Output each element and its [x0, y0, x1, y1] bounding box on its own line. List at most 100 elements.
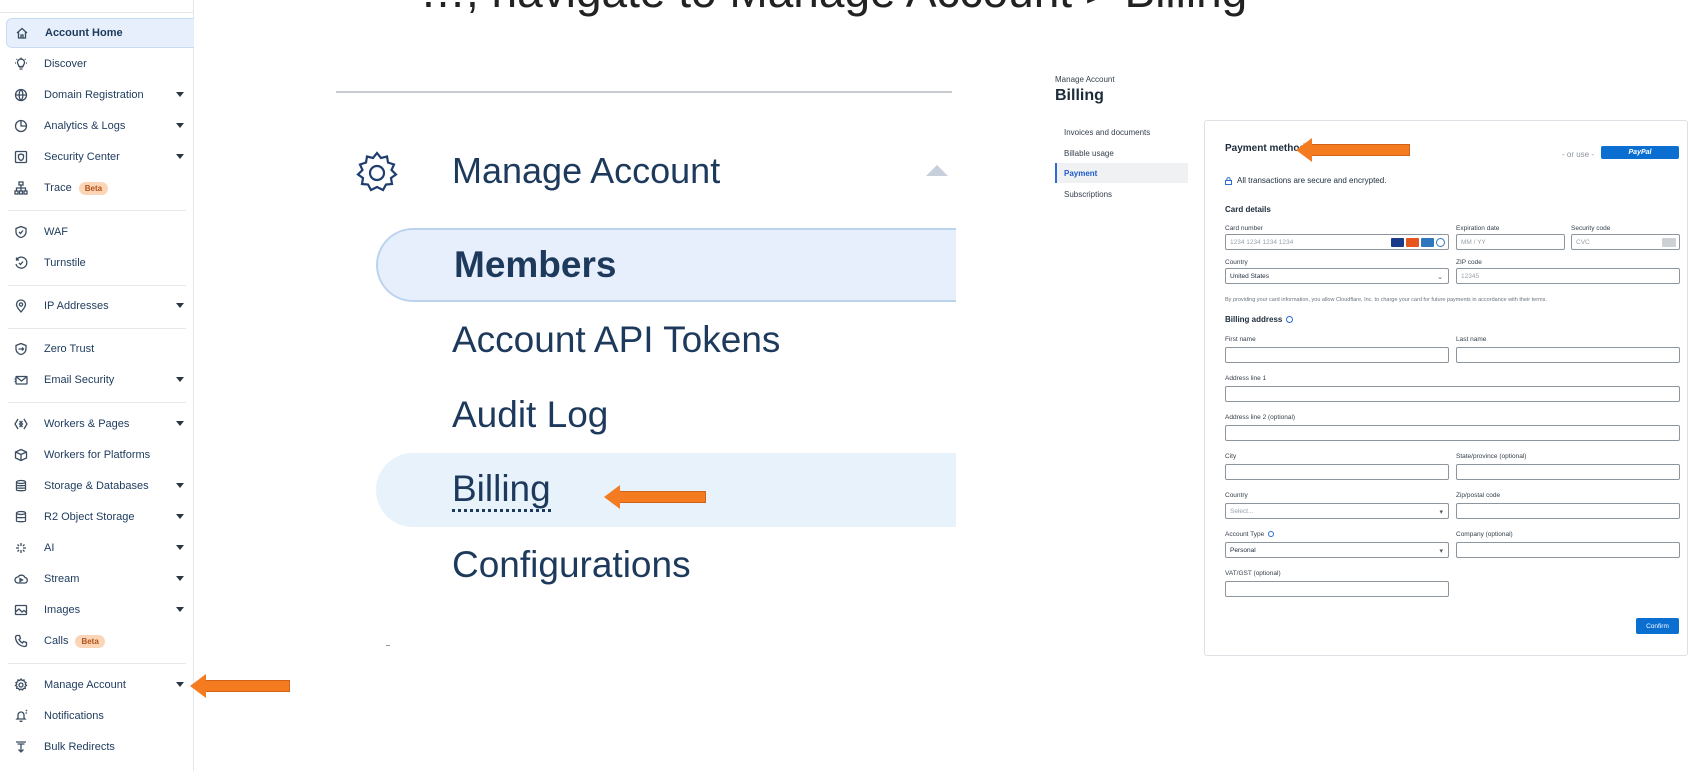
security-code-label: Security code [1571, 225, 1611, 232]
security-code-input[interactable]: CVC [1571, 234, 1680, 250]
mastercard-icon [1406, 238, 1419, 247]
sidebar-item-discover[interactable]: Discover [6, 49, 194, 79]
sidebar-item-label: Stream [44, 573, 80, 585]
card-details-title: Card details [1225, 205, 1271, 214]
paypal-button[interactable]: PayPal [1601, 146, 1679, 159]
sidebar-item-workers-for-platforms[interactable]: Workers for Platforms [6, 440, 194, 470]
chevron-down-icon[interactable] [176, 154, 184, 159]
sidebar-item-ai[interactable]: AI [6, 533, 194, 563]
company-input[interactable] [1456, 542, 1680, 558]
email-icon [14, 373, 28, 387]
sidebar-item-account-home[interactable]: Account Home [6, 18, 194, 48]
chevron-down-icon[interactable] [176, 576, 184, 581]
chevron-down-icon[interactable] [176, 377, 184, 382]
sidebar-item-notifications[interactable]: Notifications [6, 701, 194, 731]
sidebar-item-label: IP Addresses [44, 300, 109, 312]
sidebar-item-turnstile[interactable]: Turnstile [6, 248, 194, 278]
postal-label: Zip/postal code [1456, 492, 1501, 499]
home-icon [15, 26, 29, 40]
zip-input[interactable]: 12345 [1456, 268, 1680, 284]
chevron-down-icon[interactable] [176, 303, 184, 308]
billing-nav-payment[interactable]: Payment [1055, 163, 1188, 183]
pie-chart-icon [14, 119, 28, 133]
annotation-arrow [1296, 138, 1410, 162]
sidebar-item-images[interactable]: Images [6, 595, 194, 625]
zoom-item-label: Account API Tokens [452, 319, 781, 360]
zoom-item-members[interactable]: Members [376, 228, 956, 302]
sidebar-item-ip-addresses[interactable]: IP Addresses [6, 291, 194, 321]
zoom-item-audit-log[interactable]: Audit Log [376, 378, 956, 452]
storage-icon [14, 510, 28, 524]
sidebar-item-r2-object-storage[interactable]: R2 Object Storage [6, 502, 194, 532]
sidebar-item-zero-trust[interactable]: Zero Trust [6, 334, 194, 364]
sidebar-item-email-security[interactable]: Email Security [6, 365, 194, 395]
chevron-down-icon[interactable] [176, 421, 184, 426]
billing-address-text: Billing address [1225, 315, 1283, 324]
address2-input[interactable] [1225, 425, 1680, 441]
sidebar-item-domain-registration[interactable]: Domain Registration [6, 80, 194, 110]
sidebar-item-calls[interactable]: Calls Beta [6, 626, 194, 656]
state-input[interactable] [1456, 464, 1680, 480]
sidebar-item-workers-pages[interactable]: Workers & Pages [6, 409, 194, 439]
chevron-down-icon[interactable] [176, 607, 184, 612]
postal-input[interactable] [1456, 503, 1680, 519]
expiration-input[interactable]: MM / YY [1456, 234, 1565, 250]
annotation-arrow [190, 674, 290, 698]
vat-input[interactable] [1225, 581, 1449, 597]
card-number-input[interactable]: 1234 1234 1234 1234 [1225, 234, 1449, 250]
breadcrumb[interactable]: Manage Account [1055, 75, 1115, 84]
billing-nav-billable-usage[interactable]: Billable usage [1055, 143, 1188, 163]
sidebar-item-security-center[interactable]: Security Center [6, 142, 194, 172]
zoom-item-account-api-tokens[interactable]: Account API Tokens [376, 303, 956, 377]
sidebar-item-manage-account[interactable]: Manage Account [6, 670, 194, 700]
info-icon[interactable] [1286, 316, 1294, 324]
sidebar-item-analytics-logs[interactable]: Analytics & Logs [6, 111, 194, 141]
sidebar-item-bulk-redirects[interactable]: Bulk Redirects [6, 732, 194, 762]
gear-icon [14, 678, 28, 692]
expiration-label: Expiration date [1456, 225, 1500, 232]
last-name-input[interactable] [1456, 347, 1680, 363]
country-select[interactable]: United States ⌄ [1225, 268, 1449, 284]
chevron-down-icon[interactable] [176, 514, 184, 519]
city-input[interactable] [1225, 464, 1449, 480]
sidebar-item-label: Domain Registration [44, 89, 144, 101]
first-name-input[interactable] [1225, 347, 1449, 363]
country2-select[interactable]: Select... ▾ [1225, 503, 1449, 519]
account-type-select[interactable]: Personal ▾ [1225, 542, 1449, 558]
billing-nav-subscriptions[interactable]: Subscriptions [1055, 184, 1188, 204]
sidebar-item-label: Storage & Databases [44, 480, 149, 492]
sidebar-item-label: Calls [44, 635, 69, 647]
sidebar-item-trace[interactable]: Trace Beta [6, 173, 194, 203]
zoom-item-configurations[interactable]: Configurations [376, 528, 956, 602]
secure-text: All transactions are secure and encrypte… [1237, 176, 1387, 185]
address1-input[interactable] [1225, 386, 1680, 402]
confirm-button[interactable]: Confirm [1636, 618, 1679, 634]
image-icon [14, 603, 28, 617]
chevron-down-icon[interactable] [176, 483, 184, 488]
chevron-down-icon[interactable] [176, 682, 184, 687]
card-brand-icons [1391, 238, 1445, 247]
cvc-card-icon [1662, 238, 1676, 247]
chevron-down-icon[interactable] [176, 92, 184, 97]
payment-method-title: Payment method [1225, 143, 1306, 154]
sidebar-item-label: Security Center [44, 151, 120, 163]
workers-icon [14, 417, 28, 431]
sidebar-item-stream[interactable]: Stream [6, 564, 194, 594]
zero-trust-icon [14, 342, 28, 356]
database-icon [14, 479, 28, 493]
chevron-down-icon: ⌄ [1437, 274, 1443, 281]
sidebar-item-label: Notifications [44, 710, 104, 722]
billing-nav-invoices[interactable]: Invoices and documents [1055, 122, 1188, 142]
chevron-down-icon[interactable] [176, 123, 184, 128]
sidebar: Account Home Discover Domain Registratio… [0, 0, 194, 771]
zoom-item-label: Members [454, 244, 617, 285]
info-icon[interactable] [1268, 531, 1275, 538]
chevron-down-icon[interactable] [176, 545, 184, 550]
sidebar-item-storage-databases[interactable]: Storage & Databases [6, 471, 194, 501]
chevron-up-icon[interactable] [926, 165, 948, 176]
sidebar-item-label: Turnstile [44, 257, 86, 269]
sidebar-item-label: WAF [44, 226, 69, 238]
sidebar-item-waf[interactable]: WAF [6, 217, 194, 247]
zoom-item-label: Configurations [452, 544, 691, 585]
city-label: City [1225, 453, 1237, 460]
